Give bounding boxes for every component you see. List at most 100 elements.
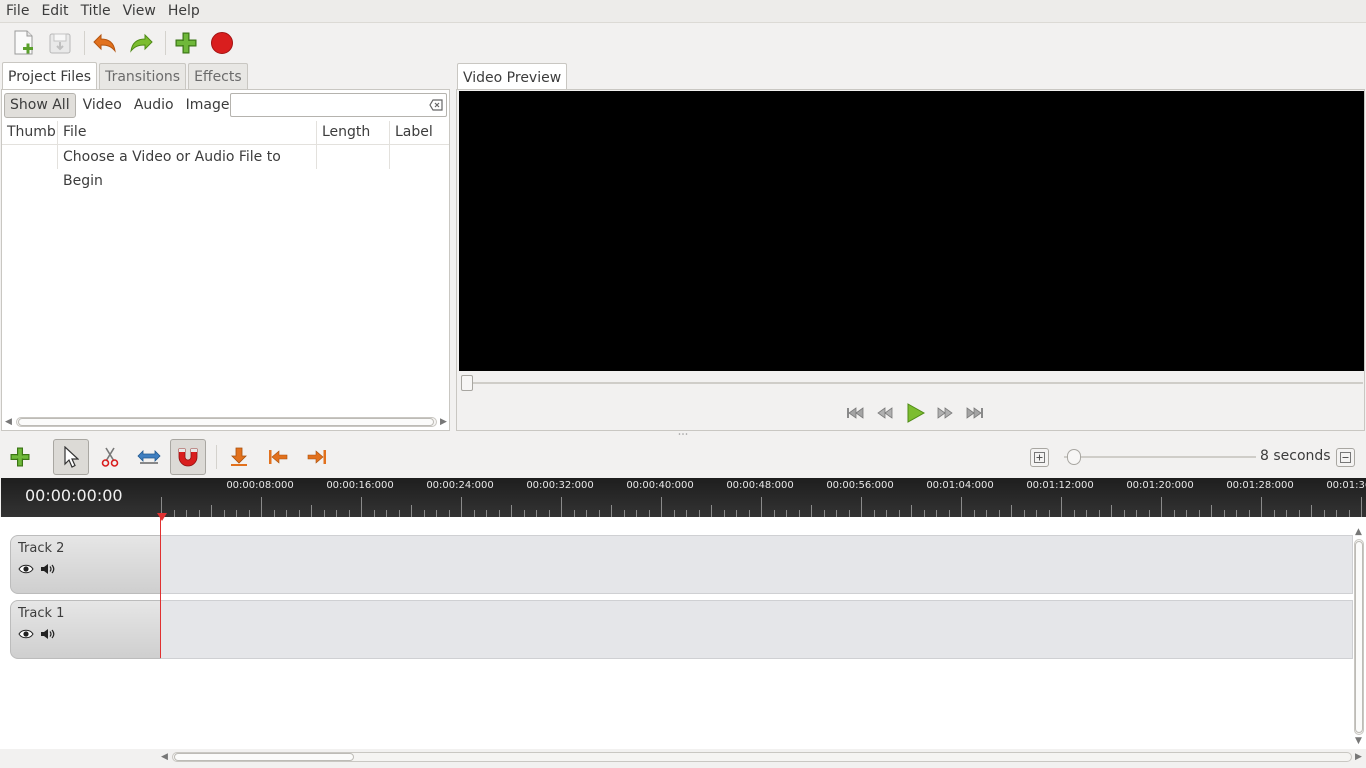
tab-video-preview[interactable]: Video Preview <box>457 63 568 91</box>
ruler-tick <box>661 497 662 517</box>
menu-view[interactable]: View <box>117 0 162 23</box>
timeline-horizontal-scrollbar[interactable]: ◀ ▶ <box>160 750 1365 764</box>
ruler-tick <box>1173 510 1175 517</box>
track-content[interactable] <box>161 535 1353 594</box>
jump-end-button[interactable] <box>960 402 990 424</box>
menu-title[interactable]: Title <box>75 0 117 23</box>
table-row[interactable]: Choose a Video or Audio File to Begin <box>2 145 449 189</box>
speaker-icon[interactable] <box>40 628 56 640</box>
razor-tool-button[interactable] <box>92 439 128 475</box>
ruler-tick <box>798 510 800 517</box>
clear-search-icon[interactable] <box>429 98 443 112</box>
column-file[interactable]: File <box>58 121 317 145</box>
ruler-tick-label: 00:00:24:000 <box>426 480 494 491</box>
scroll-left-arrow-icon[interactable]: ◀ <box>161 752 168 762</box>
ruler-tick <box>386 510 387 517</box>
ruler-tick <box>648 510 650 517</box>
timecode-display: 00:00:00:00 <box>25 486 123 505</box>
zoom-out-button[interactable] <box>1336 448 1355 467</box>
resize-tool-button[interactable] <box>131 439 167 475</box>
play-button[interactable] <box>900 402 930 424</box>
preview-seek-slider[interactable] <box>463 382 1363 384</box>
playhead-marker-icon[interactable] <box>157 513 167 521</box>
filter-show-all[interactable]: Show All <box>4 92 76 118</box>
menu-edit[interactable]: Edit <box>35 0 74 23</box>
zoom-in-button[interactable] <box>1030 448 1049 467</box>
ruler-tick <box>623 510 625 517</box>
tab-effects[interactable]: Effects <box>188 63 248 90</box>
timeline-ruler[interactable]: 00:00:00:00 00:00:08:000 00:00:16:000 00:0… <box>1 478 1366 517</box>
scroll-up-arrow-icon[interactable]: ▲ <box>1355 527 1362 537</box>
scroll-left-arrow-icon[interactable]: ◀ <box>5 417 12 427</box>
track-header[interactable]: Track 2 <box>10 535 161 594</box>
zoom-slider-handle[interactable] <box>1067 449 1081 465</box>
menu-help[interactable]: Help <box>162 0 206 23</box>
scroll-down-arrow-icon[interactable]: ▼ <box>1355 736 1362 746</box>
preview-seek-handle[interactable] <box>461 375 473 391</box>
import-files-button[interactable] <box>170 27 202 59</box>
track-name: Track 2 <box>18 541 65 556</box>
search-input[interactable] <box>235 94 425 116</box>
filter-video[interactable]: Video <box>78 93 127 118</box>
column-thumb[interactable]: Thumb <box>2 121 58 145</box>
pane-resize-grip-icon[interactable] <box>678 432 688 436</box>
project-files-panel: Show All Video Audio Image Thumb File Le… <box>1 89 450 431</box>
timeline-toolbar: 8 seconds <box>0 438 1366 476</box>
ruler-tick <box>973 510 975 517</box>
playhead-line[interactable] <box>160 517 161 658</box>
ruler-tick <box>686 510 687 517</box>
column-label[interactable]: Label <box>390 121 449 145</box>
rewind-button[interactable] <box>870 402 900 424</box>
record-button[interactable] <box>206 27 238 59</box>
add-track-button[interactable] <box>2 439 38 475</box>
track-row[interactable]: Track 2 <box>10 535 1353 594</box>
next-marker-button[interactable] <box>299 439 335 475</box>
save-project-button[interactable] <box>44 27 76 59</box>
add-marker-button[interactable] <box>221 439 257 475</box>
previous-marker-button[interactable] <box>260 439 296 475</box>
snapping-toggle-button[interactable] <box>170 439 206 475</box>
ruler-tick <box>186 510 187 517</box>
jump-start-button[interactable] <box>840 402 870 424</box>
ruler-tick <box>1123 510 1125 517</box>
filter-audio[interactable]: Audio <box>129 93 179 118</box>
select-tool-button[interactable] <box>53 439 89 475</box>
eye-icon[interactable] <box>18 629 34 639</box>
zoom-slider[interactable] <box>1064 456 1256 458</box>
filter-image[interactable]: Image <box>181 93 235 118</box>
ruler-tick <box>348 510 350 517</box>
redo-button[interactable] <box>125 27 157 59</box>
track-row[interactable]: Track 1 <box>10 600 1353 659</box>
tab-transitions[interactable]: Transitions <box>99 63 187 90</box>
ruler-tick <box>536 510 537 517</box>
new-project-button[interactable] <box>8 27 40 59</box>
fast-forward-button[interactable] <box>930 402 960 424</box>
ruler-tick <box>948 510 950 517</box>
scrollbar-thumb[interactable] <box>18 418 434 426</box>
ruler-tick <box>836 510 837 517</box>
tracks-vertical-scrollbar[interactable]: ▲ ▼ <box>1353 527 1365 747</box>
scroll-right-arrow-icon[interactable]: ▶ <box>1355 752 1362 762</box>
files-horizontal-scrollbar[interactable]: ◀ ▶ <box>4 415 449 429</box>
scroll-right-arrow-icon[interactable]: ▶ <box>440 417 447 427</box>
menu-file[interactable]: File <box>0 0 35 23</box>
save-icon <box>49 33 71 53</box>
play-icon <box>907 403 925 423</box>
speaker-icon[interactable] <box>40 563 56 575</box>
tab-project-files[interactable]: Project Files <box>2 62 98 90</box>
ruler-tick <box>548 510 550 517</box>
scrollbar-thumb[interactable] <box>174 753 354 761</box>
eye-icon[interactable] <box>18 564 34 574</box>
ruler-tick <box>1236 510 1237 517</box>
column-length[interactable]: Length <box>317 121 390 145</box>
rewind-icon <box>877 407 893 419</box>
scrollbar-thumb[interactable] <box>1355 541 1363 733</box>
ruler-tick <box>448 510 450 517</box>
ruler-tick-label: 00:00:56:000 <box>826 480 894 491</box>
undo-button[interactable] <box>89 27 121 59</box>
ruler-tick <box>698 510 700 517</box>
track-header[interactable]: Track 1 <box>10 600 161 659</box>
track-content[interactable] <box>161 600 1353 659</box>
ruler-tick <box>211 505 212 517</box>
cell-length <box>317 145 390 169</box>
